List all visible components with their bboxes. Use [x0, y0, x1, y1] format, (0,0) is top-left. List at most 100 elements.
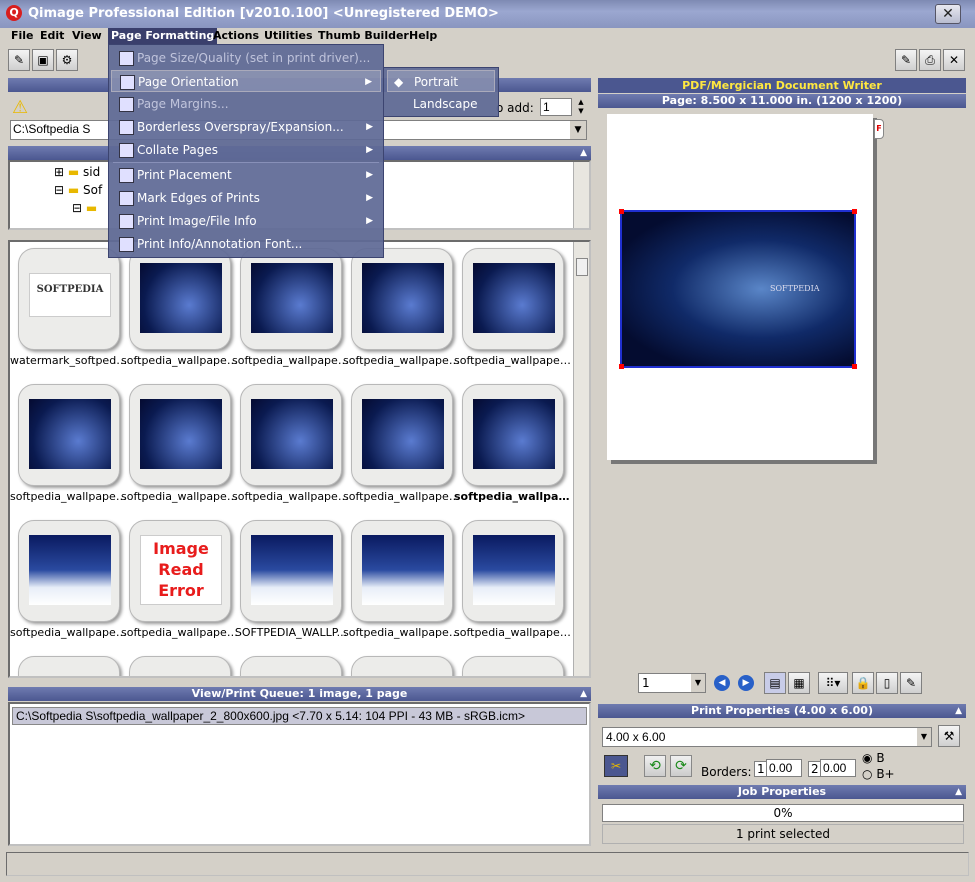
menu-page-formatting[interactable]: Page Formatting: [108, 28, 218, 44]
menu-item-portrait[interactable]: ◆ Portrait: [387, 70, 495, 92]
chevron-down-icon[interactable]: ▼: [570, 121, 586, 139]
page-edit-icon[interactable]: ✎: [900, 672, 922, 694]
next-page-icon[interactable]: ▶: [738, 675, 754, 691]
menu-help[interactable]: Help: [409, 29, 437, 42]
lock-icon[interactable]: 🔒: [852, 672, 874, 694]
menu-item-page-size[interactable]: Page Size/Quality (set in print driver).…: [111, 47, 381, 69]
menu-actions[interactable]: Actions: [213, 29, 259, 42]
page-flag[interactable]: F: [874, 119, 884, 139]
placement-icon: [119, 168, 134, 183]
scroll-thumb[interactable]: [576, 258, 588, 276]
info-icon: [119, 214, 134, 229]
printer-name[interactable]: PDF/Mergician Document Writer: [598, 78, 966, 93]
border2-value[interactable]: [820, 759, 856, 777]
resize-handle[interactable]: [852, 209, 857, 214]
cancel-print-icon[interactable]: ✕: [943, 49, 965, 71]
rotate-right-icon[interactable]: ⟳: [670, 755, 692, 777]
thumbnail-caption: watermark_softpedi...: [10, 354, 128, 367]
print-size-value: 4.00 x 6.00: [606, 730, 666, 744]
menu-item-placement[interactable]: Print Placement ▶: [111, 164, 381, 186]
tree-node-1[interactable]: ⊞ ▬ sid: [54, 165, 100, 179]
thumbnail-item[interactable]: softpedia_wallpaper...: [343, 520, 461, 644]
thumbnail-item[interactable]: softpedia_wallpaper...: [454, 248, 572, 372]
thumbnail-item[interactable]: softpedia_wallpaper...: [10, 384, 128, 508]
menu-thumb-builder[interactable]: Thumb Builder: [318, 29, 409, 42]
close-button[interactable]: ✕: [935, 4, 961, 24]
rotate-left-icon[interactable]: ⟲: [644, 755, 666, 777]
thumbnail-item[interactable]: softpedia_wallpaper...: [343, 384, 461, 508]
thumbnail-item[interactable]: softpedia_wallpaper...: [454, 520, 572, 644]
thumbnail-item[interactable]: softpedia_wallpap...: [454, 384, 572, 508]
thumbnail-caption: softpedia_wallpaper...: [232, 490, 350, 503]
thumbnail-item[interactable]: [14, 656, 124, 676]
resize-handle[interactable]: [852, 364, 857, 369]
menu-item-borderless[interactable]: Borderless Overspray/Expansion... ▶: [111, 116, 381, 138]
menu-view[interactable]: View: [72, 29, 102, 42]
menu-item-mark-edges[interactable]: Mark Edges of Prints ▶: [111, 187, 381, 209]
print-icon[interactable]: ⎙: [919, 49, 941, 71]
preview-watermark: SOFTPEDIA: [770, 284, 820, 293]
resize-handle[interactable]: [619, 209, 624, 214]
thumbnail-item[interactable]: [236, 656, 346, 676]
thumbnail-image: [140, 399, 222, 469]
menu-item-info[interactable]: Print Image/File Info ▶: [111, 210, 381, 232]
queue-header-text: View/Print Queue: 1 image, 1 page: [191, 687, 408, 700]
page-size-icon: [119, 51, 134, 66]
grid-layout-icon[interactable]: ⠿▾: [818, 672, 848, 694]
thumbnail-item[interactable]: softpedia_wallpaper...: [232, 384, 350, 508]
save-icon[interactable]: ▣: [32, 49, 54, 71]
multi-page-icon[interactable]: ▦: [788, 672, 810, 694]
margins-icon: [119, 97, 134, 112]
edit-printer-icon[interactable]: ✎: [895, 49, 917, 71]
menu-item-landscape[interactable]: Landscape: [387, 93, 495, 115]
single-page-icon[interactable]: ▤: [764, 672, 786, 694]
print-size-select[interactable]: 4.00 x 6.00 ▼: [602, 727, 932, 747]
page-info-text: Page: 8.500 x 11.000 in. (1200 x 1200): [661, 94, 903, 107]
radio-b[interactable]: ◉ B: [862, 751, 885, 765]
menu-utilities[interactable]: Utilities: [264, 29, 313, 42]
to-add-spinner[interactable]: ▲ ▼: [574, 98, 588, 116]
bullet-icon: ◆: [394, 75, 404, 89]
thumbnail-item[interactable]: Image Read Error softpedia_wallpaper...: [121, 520, 239, 644]
resize-handle[interactable]: [619, 364, 624, 369]
to-add-field[interactable]: [540, 98, 572, 116]
tree-node-2[interactable]: ⊟ ▬ Sof: [54, 183, 102, 197]
thumbnail-frame: [462, 656, 564, 676]
menu-edit[interactable]: Edit: [40, 29, 64, 42]
border1-value[interactable]: [766, 759, 802, 777]
new-page-icon[interactable]: ▯: [876, 672, 898, 694]
tools-icon[interactable]: ⚙: [56, 49, 78, 71]
tree-scrollbar[interactable]: [573, 162, 589, 228]
radio-bplus[interactable]: ○ B+: [862, 767, 895, 781]
thumbnail-item[interactable]: softpedia_wallpaper...: [121, 248, 239, 372]
thumbnail-item[interactable]: softpedia_wallpaper...: [121, 384, 239, 508]
menu-item-font[interactable]: Print Info/Annotation Font...: [111, 233, 381, 255]
thumbnail-item[interactable]: SOFTPEDIA watermark_softpedi...: [10, 248, 128, 372]
open-icon[interactable]: ✎: [8, 49, 30, 71]
menu-item-collate[interactable]: Collate Pages ▶: [111, 139, 381, 161]
menu-file[interactable]: File: [11, 29, 34, 42]
thumbnail-item[interactable]: [347, 656, 457, 676]
print-properties: 4.00 x 6.00 ▼ ⚒ ✂ ⟲ ⟳ Borders: 1 2 ◉ B ○…: [598, 719, 966, 785]
thumbnail-item[interactable]: softpedia_wallpaper...: [10, 520, 128, 644]
chevron-down-icon[interactable]: ▼: [917, 728, 931, 746]
chevron-down-icon[interactable]: ▼: [691, 674, 705, 692]
queue-item[interactable]: C:\Softpedia S\softpedia_wallpaper_2_800…: [12, 707, 587, 725]
submenu-arrow-icon: ▶: [366, 216, 373, 226]
tree-node-3[interactable]: ⊟ ▬: [72, 201, 97, 215]
prev-page-icon[interactable]: ◀: [714, 675, 730, 691]
menu-item-orientation[interactable]: Page Orientation ▶: [111, 70, 381, 92]
thumbnail-item[interactable]: [458, 656, 568, 676]
thumbnail-item[interactable]: SOFTPEDIA_WALLP...: [235, 520, 347, 644]
thumbnail-scrollbar[interactable]: [573, 242, 589, 676]
thumbnail-item[interactable]: softpedia_wallpaper...: [232, 248, 350, 372]
crop-icon[interactable]: ✂: [604, 755, 628, 777]
borderless-icon: [119, 120, 134, 135]
preview-image[interactable]: SOFTPEDIA: [619, 209, 857, 369]
thumbnail-item[interactable]: softpedia_wallpaper...: [343, 248, 461, 372]
page-select[interactable]: 1 ▼: [638, 673, 706, 693]
thumbnail-item[interactable]: [125, 656, 235, 676]
status-bar: [6, 852, 969, 876]
menu-item-margins[interactable]: Page Margins...: [111, 93, 381, 115]
size-tools-icon[interactable]: ⚒: [938, 725, 960, 747]
